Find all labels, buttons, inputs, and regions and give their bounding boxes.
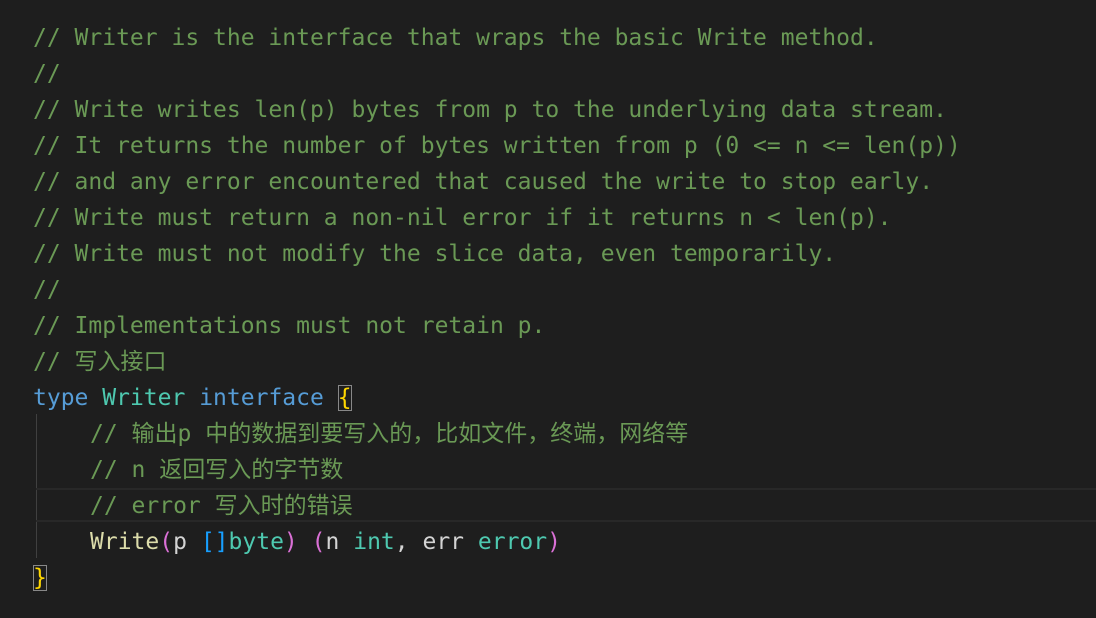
type-name: Writer	[102, 385, 186, 411]
comma: ,	[394, 529, 409, 555]
return-type: error	[477, 529, 548, 555]
comment-text: // n 返回写入的字节数	[90, 457, 344, 483]
code-line[interactable]: // Write writes len(p) bytes from p to t…	[0, 92, 1096, 128]
type-keyword: type	[33, 385, 89, 411]
comment-text: // Write must not modify the slice data,…	[33, 241, 837, 267]
close-brace: }	[33, 565, 47, 591]
code-line[interactable]: //	[0, 272, 1096, 308]
open-brace: {	[337, 385, 352, 411]
return-type: int	[353, 529, 395, 555]
code-line[interactable]: // Write must return a non-nil error if …	[0, 200, 1096, 236]
comment-text: // It returns the number of bytes writte…	[33, 133, 961, 159]
interface-keyword: interface	[199, 385, 324, 411]
code-line-current[interactable]: // error 写入时的错误	[0, 488, 1096, 524]
comment-text: // Implementations must not retain p.	[33, 313, 546, 339]
paren: (	[159, 529, 174, 555]
paren: )	[283, 529, 298, 555]
comment-text: //	[33, 61, 61, 87]
code-line[interactable]: //	[0, 56, 1096, 92]
comment-text: // Write writes len(p) bytes from p to t…	[33, 97, 947, 123]
code-line[interactable]: // n 返回写入的字节数	[0, 452, 1096, 488]
param-name: p	[173, 529, 187, 555]
slice-brackets: []	[200, 529, 229, 555]
code-line-type-decl[interactable]: type Writer interface {	[0, 380, 1096, 416]
paren: (	[311, 529, 326, 555]
code-line[interactable]: // 写入接口	[0, 344, 1096, 380]
code-line[interactable]: // and any error encountered that caused…	[0, 164, 1096, 200]
code-line[interactable]: // Implementations must not retain p.	[0, 308, 1096, 344]
method-name: Write	[90, 529, 160, 555]
comment-text: // Write must return a non-nil error if …	[33, 205, 892, 231]
code-line-method[interactable]: Write(p []byte) (n int, err error)	[0, 524, 1096, 560]
code-line[interactable]: // Write must not modify the slice data,…	[0, 236, 1096, 272]
code-editor[interactable]: // Writer is the interface that wraps th…	[0, 0, 1096, 618]
comment-text: // 输出p 中的数据到要写入的，比如文件，终端，网络等	[90, 421, 689, 447]
comment-text: // error 写入时的错误	[90, 493, 353, 519]
return-name: err	[422, 529, 465, 555]
comment-text: // Writer is the interface that wraps th…	[33, 25, 878, 51]
return-name: n	[325, 529, 340, 555]
comment-text: // 写入接口	[33, 349, 167, 375]
code-line[interactable]: // It returns the number of bytes writte…	[0, 128, 1096, 164]
code-line-close[interactable]: }	[0, 560, 1096, 596]
code-line[interactable]: // Writer is the interface that wraps th…	[0, 20, 1096, 56]
code-line[interactable]: // 输出p 中的数据到要写入的，比如文件，终端，网络等	[0, 416, 1096, 452]
paren: )	[547, 529, 561, 555]
comment-text: // and any error encountered that caused…	[33, 169, 934, 195]
comment-text: //	[33, 277, 61, 303]
param-type: byte	[228, 529, 284, 555]
